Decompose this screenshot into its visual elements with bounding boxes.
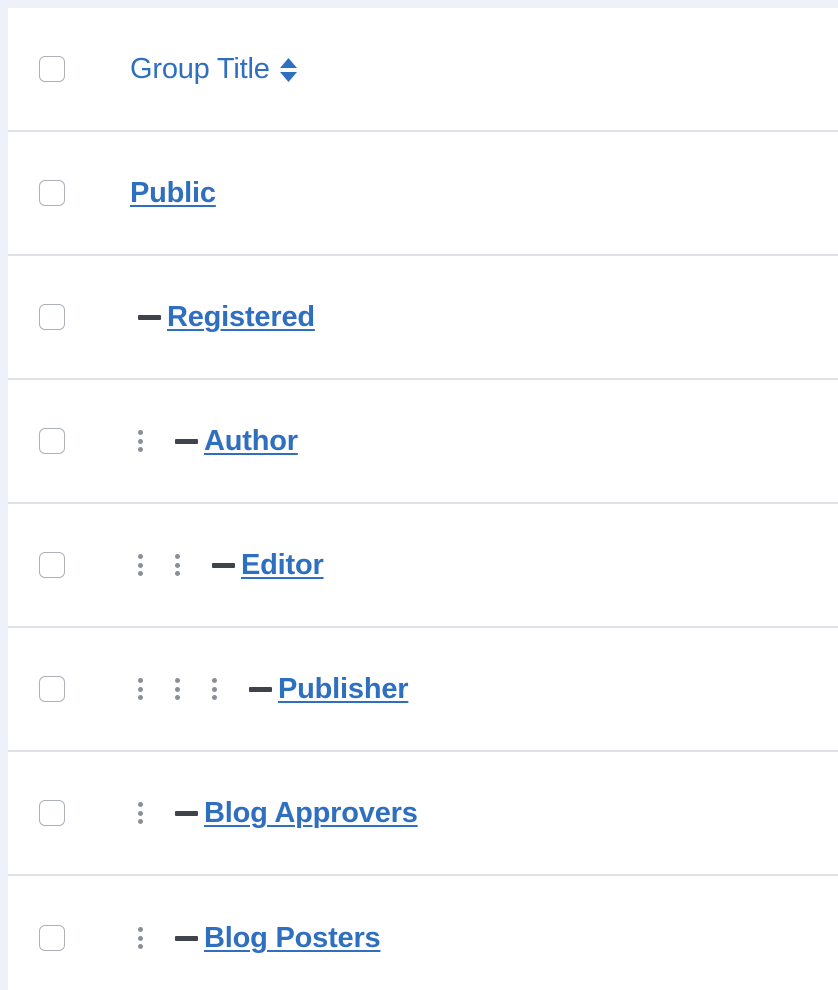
tree-vertical-dots-icon — [204, 674, 241, 704]
group-list-table: Group Title Public Registered Author Editor… — [8, 8, 838, 990]
tree-dash-icon — [167, 798, 204, 828]
group-title-link[interactable]: Public — [130, 177, 216, 210]
header-select-cell — [8, 56, 130, 82]
group-title-link[interactable]: Blog Posters — [204, 922, 381, 955]
tree-vertical-dots-icon — [130, 426, 167, 456]
group-title-link[interactable]: Registered — [167, 301, 315, 334]
row-title-cell: Author — [130, 425, 838, 458]
tree-dash-icon — [241, 674, 278, 704]
table-row: Publisher — [8, 628, 838, 752]
tree-indent-markers — [130, 923, 204, 953]
row-checkbox[interactable] — [39, 180, 65, 206]
select-all-checkbox[interactable] — [39, 56, 65, 82]
tree-indent-markers — [130, 798, 204, 828]
group-title-link[interactable]: Author — [204, 425, 298, 458]
tree-vertical-dots-icon — [130, 550, 167, 580]
tree-vertical-dots-icon — [130, 674, 167, 704]
column-header-label: Group Title — [130, 52, 270, 85]
row-checkbox[interactable] — [39, 676, 65, 702]
row-title-cell: Blog Posters — [130, 922, 838, 955]
row-select-cell — [8, 676, 130, 702]
column-header-group-title[interactable]: Group Title — [130, 53, 298, 86]
tree-indent-markers — [130, 302, 167, 332]
row-select-cell — [8, 180, 130, 206]
tree-dash-icon — [167, 923, 204, 953]
table-body: Public Registered Author Editor Publisher Blo… — [8, 132, 838, 990]
tree-dash-icon — [130, 302, 167, 332]
tree-indent-markers — [130, 426, 204, 456]
tree-dash-icon — [167, 426, 204, 456]
tree-vertical-dots-icon — [167, 674, 204, 704]
table-row: Blog Approvers — [8, 752, 838, 876]
row-title-cell: Public — [130, 177, 838, 210]
row-title-cell: Registered — [130, 301, 838, 334]
table-header-row: Group Title — [8, 8, 838, 132]
sort-up-down-icon[interactable] — [279, 56, 298, 84]
table-row: Blog Posters — [8, 876, 838, 990]
page-root: Group Title Public Registered Author Editor… — [0, 0, 838, 990]
row-checkbox[interactable] — [39, 925, 65, 951]
tree-indent-markers — [130, 674, 278, 704]
table-row: Author — [8, 380, 838, 504]
row-select-cell — [8, 428, 130, 454]
row-checkbox[interactable] — [39, 800, 65, 826]
table-row: Editor — [8, 504, 838, 628]
table-row: Registered — [8, 256, 838, 380]
row-checkbox[interactable] — [39, 552, 65, 578]
tree-dash-icon — [204, 550, 241, 580]
group-title-link[interactable]: Blog Approvers — [204, 797, 418, 830]
tree-indent-markers — [130, 550, 241, 580]
tree-vertical-dots-icon — [130, 923, 167, 953]
tree-vertical-dots-icon — [130, 798, 167, 828]
tree-vertical-dots-icon — [167, 550, 204, 580]
row-select-cell — [8, 552, 130, 578]
row-select-cell — [8, 800, 130, 826]
row-title-cell: Publisher — [130, 673, 838, 706]
table-row: Public — [8, 132, 838, 256]
header-title-cell: Group Title — [130, 53, 838, 86]
row-checkbox[interactable] — [39, 428, 65, 454]
row-checkbox[interactable] — [39, 304, 65, 330]
group-title-link[interactable]: Editor — [241, 549, 324, 582]
row-title-cell: Editor — [130, 549, 838, 582]
row-select-cell — [8, 304, 130, 330]
row-select-cell — [8, 925, 130, 951]
group-title-link[interactable]: Publisher — [278, 673, 409, 706]
row-title-cell: Blog Approvers — [130, 797, 838, 830]
